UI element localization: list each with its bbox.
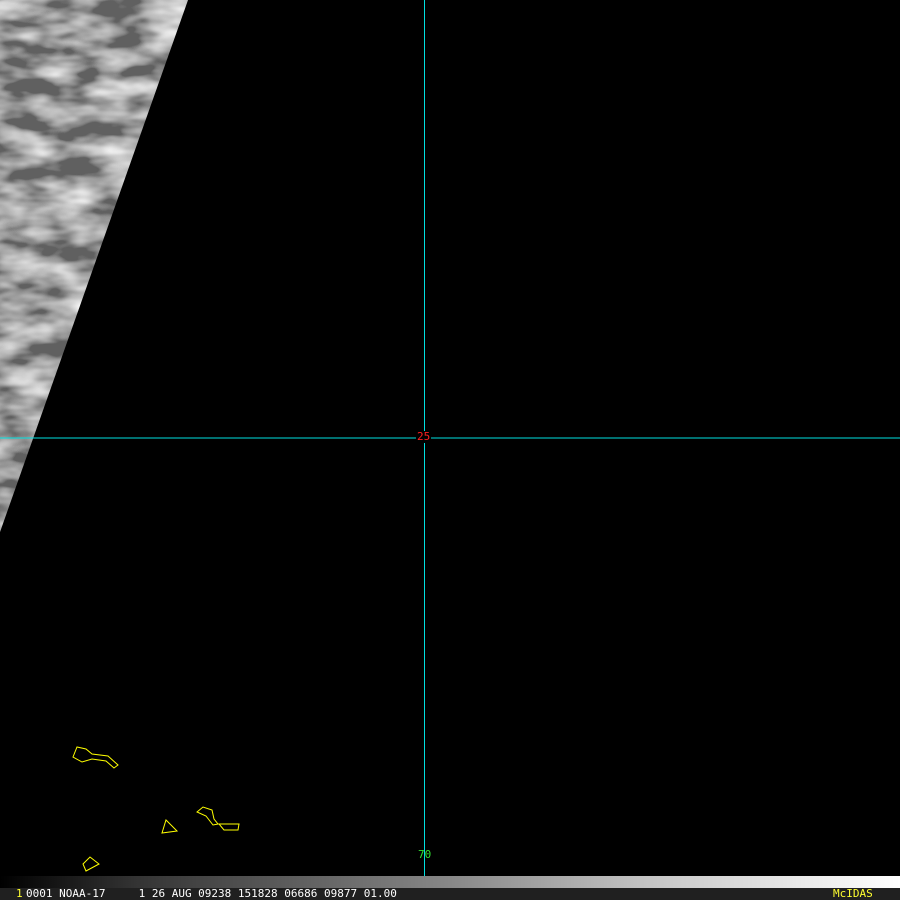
image-info: 0001 NOAA-17 1 26 AUG 09238 151828 06686… [26, 887, 397, 900]
longitude-label: 70 [418, 848, 432, 861]
cloud-swath [0, 0, 188, 532]
satellite-image-viewer: 25 70 1 0001 NOAA-17 1 26 AUG 09238 1518… [0, 0, 900, 900]
frame-number: 1 [16, 887, 23, 900]
island [161, 819, 179, 834]
coastlines [72, 746, 240, 889]
satellite-image [0, 0, 900, 889]
island [72, 746, 119, 769]
latitude-label: 25 [416, 430, 432, 443]
status-bar: 1 0001 NOAA-17 1 26 AUG 09238 151828 066… [0, 888, 900, 900]
island [196, 806, 219, 826]
mcidas-brand: McIDAS [833, 887, 873, 900]
island [82, 856, 100, 872]
island [217, 823, 240, 831]
